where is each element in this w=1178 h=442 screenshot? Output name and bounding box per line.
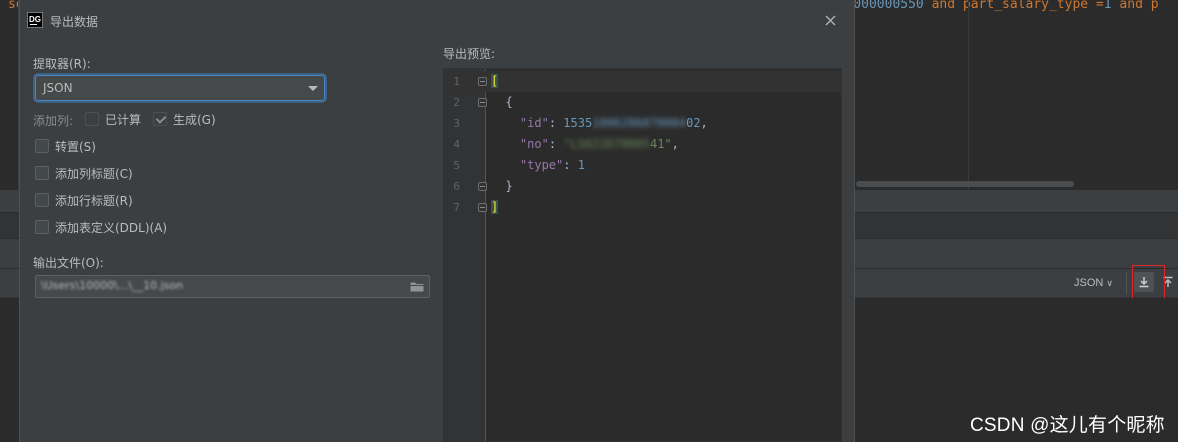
dialog-title: 导出数据 [50, 15, 99, 29]
close-icon [825, 15, 835, 25]
code-token: 41" [649, 137, 672, 151]
computed-label: 已计算 [105, 112, 142, 127]
toolbar-separator [1126, 272, 1127, 294]
code-token: , [671, 137, 679, 151]
sql-token: and part_salary_type = [923, 0, 1104, 12]
extractor-dropdown[interactable]: JSON [35, 75, 325, 101]
generated-label: 生成(G) [173, 112, 216, 127]
code-text: { [491, 92, 513, 113]
code-token: 1535 [563, 116, 593, 130]
line-number: 4 [453, 138, 460, 151]
code-token: : [563, 158, 578, 172]
code-text: [ [491, 71, 499, 92]
checkmark-icon [153, 112, 167, 126]
code-token: "LS622D70005 [563, 137, 650, 151]
code-text: "no": "LS622D7000541", [491, 134, 679, 155]
export-preview-editor[interactable]: 1[2 {3 "id": 1535100620607000402, 4 "no":… [443, 68, 842, 442]
output-file-input[interactable]: \Users\10000\...\__10.json [35, 275, 430, 298]
folder-icon [410, 282, 424, 292]
code-token: 1006206070004 [592, 116, 687, 130]
add-columns-label: 添加列: [33, 114, 74, 128]
checkbox-box [35, 193, 49, 207]
datagrip-logo-icon: DG [27, 12, 43, 28]
add-row-header-checkbox[interactable]: 添加行标题(R) [35, 191, 133, 209]
line-number: 7 [453, 201, 460, 214]
transpose-label: 转置(S) [55, 139, 96, 154]
code-text: "type": 1 [491, 155, 585, 176]
checkbox-box [35, 220, 49, 234]
code-token: { [491, 95, 513, 109]
fold-toggle-icon[interactable] [478, 182, 487, 191]
checkbox-box [35, 139, 49, 153]
editor-right-margin-guide [968, 0, 969, 190]
generated-columns-checkbox[interactable]: 生成(G) [153, 110, 216, 128]
export-format-value: JSON [1074, 277, 1104, 289]
code-token: 02 [686, 116, 701, 130]
dialog-title-bar[interactable]: DG 导出数据 [20, 0, 854, 40]
computed-columns-checkbox[interactable]: 已计算 [85, 110, 141, 128]
preview-code-line[interactable]: 1[ [444, 71, 841, 92]
editor-horizontal-scrollbar[interactable] [856, 181, 1074, 187]
close-button[interactable] [820, 10, 840, 30]
caret-down-icon [308, 86, 318, 91]
preview-code-line[interactable]: 5 "type": 1 [444, 155, 841, 176]
chevron-down-icon: ∨ [1106, 278, 1113, 288]
code-token: : [548, 116, 564, 130]
code-text: ] [491, 197, 499, 218]
checkbox-box [35, 166, 49, 180]
extractor-selected-value: JSON [43, 81, 73, 95]
preview-code-line[interactable]: 7] [444, 197, 841, 218]
add-row-header-label: 添加行标题(R) [55, 193, 133, 208]
browse-folder-button[interactable] [409, 279, 425, 294]
code-token: 1 [577, 158, 585, 172]
export-format-dropdown[interactable]: JSON ∨ [1074, 275, 1113, 291]
fold-toggle-icon[interactable] [478, 98, 487, 107]
line-number: 3 [453, 117, 460, 130]
preview-code-line[interactable]: 4 "no": "LS622D7000541", [444, 134, 841, 155]
line-number: 5 [453, 159, 460, 172]
code-token: [ [491, 74, 499, 88]
sql-token: and p [1111, 0, 1159, 12]
code-text: } [491, 176, 513, 197]
code-token: } [491, 179, 513, 193]
preview-code-line[interactable]: 6 } [444, 176, 841, 197]
line-number: 2 [453, 96, 460, 109]
preview-code-line[interactable]: 2 { [444, 92, 841, 113]
add-table-ddl-label: 添加表定义(DDL)(A) [55, 220, 168, 235]
code-token: ] [491, 200, 499, 214]
code-token: , [700, 116, 708, 130]
transpose-checkbox[interactable]: 转置(S) [35, 137, 96, 155]
add-column-header-label: 添加列标题(C) [55, 166, 133, 181]
export-data-dialog: DG 导出数据 提取器(R): JSON 添加列: 已计算 生成(G) 转置(S… [19, 0, 855, 442]
code-token: "type" [519, 158, 564, 172]
fold-toggle-icon[interactable] [478, 77, 487, 86]
fold-toggle-icon[interactable] [478, 203, 487, 212]
watermark-text: CSDN @这儿有个昵称 [970, 415, 1165, 436]
add-table-ddl-checkbox[interactable]: 添加表定义(DDL)(A) [35, 218, 167, 236]
output-file-label: 输出文件(O): [33, 256, 104, 270]
line-number: 6 [453, 180, 460, 193]
code-token: : [548, 137, 564, 151]
code-text: "id": 1535100620607000402, [491, 113, 708, 134]
export-preview-label: 导出预览: [443, 47, 496, 61]
preview-code-line[interactable]: 3 "id": 1535100620607000402, [444, 113, 841, 134]
code-token: "id" [519, 116, 549, 130]
output-file-path: \Users\10000\...\__10.json [41, 279, 184, 292]
line-number: 1 [453, 75, 460, 88]
extractor-label: 提取器(R): [33, 57, 91, 71]
add-column-header-checkbox[interactable]: 添加列标题(C) [35, 164, 133, 182]
checkbox-box [85, 112, 99, 126]
sql-token: 1 [1103, 0, 1112, 12]
code-token: "no" [519, 137, 549, 151]
